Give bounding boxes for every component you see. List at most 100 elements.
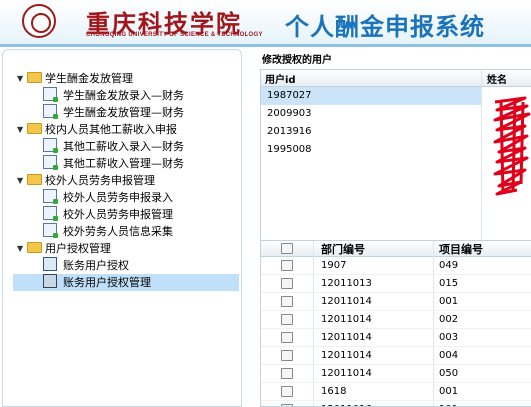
user-id-cell: 2009903 [267, 108, 312, 119]
panel-title: 修改授权的用户 [262, 55, 332, 66]
edit-doc-icon [43, 138, 58, 153]
nav-group-student-pay[interactable]: ▼ 学生酬金发放管理 [13, 70, 239, 87]
column-header-dept[interactable]: 部门编号 [321, 241, 365, 257]
add-doc-icon [43, 189, 58, 204]
table-row[interactable]: 1907 049 [261, 257, 531, 275]
user-id-cell: 2013916 [267, 126, 312, 137]
dept-cell: 1618 [321, 386, 347, 397]
row-checkbox[interactable] [281, 260, 293, 271]
nav-item-label: 其他工薪收入录入—财务 [63, 140, 184, 153]
table-row[interactable]: 12011014 050 [261, 365, 531, 383]
nav-item-external-labor-manage[interactable]: 校外人员劳务申报管理 [13, 206, 239, 223]
edit-doc-icon [43, 155, 58, 170]
project-cell: 003 [439, 332, 459, 343]
table-row[interactable]: 2009903 [261, 105, 481, 123]
project-cell: 049 [439, 260, 459, 271]
nav-item-label: 其他工薪收入管理—财务 [63, 157, 184, 170]
nav-group-label: 学生酬金发放管理 [45, 72, 133, 85]
nav-group-external-labor[interactable]: ▼ 校外人员劳务申报管理 [13, 172, 239, 189]
row-checkbox[interactable] [281, 278, 293, 289]
column-header-project[interactable]: 项目编号 [439, 241, 483, 257]
dept-cell: 12011014 [321, 314, 372, 325]
nav-item-student-pay-entry[interactable]: 学生酬金发放录入—财务 [13, 87, 239, 104]
nav-group-label: 用户授权管理 [45, 242, 111, 255]
nav-item-other-income-entry[interactable]: 其他工薪收入录入—财务 [13, 138, 239, 155]
university-name-en: CHONGQING UNIVERSITY OF SCIENCE & TECHNO… [86, 32, 263, 38]
table-row[interactable]: 12011014 004 [261, 347, 531, 365]
user-id-cell: 1987027 [267, 90, 312, 101]
nav-item-student-pay-manage[interactable]: 学生酬金发放管理—财务 [13, 104, 239, 121]
edit-doc-icon [43, 206, 58, 221]
nav-group-label: 校内人员其他工薪收入申报 [45, 123, 177, 136]
grid-header: 用户id 姓名 [261, 70, 531, 87]
book-icon [43, 257, 57, 271]
sidebar: ▼ 学生酬金发放管理 学生酬金发放录入—财务 学生酬金发放管理—财务 ▼ 校内人员其… [2, 49, 242, 407]
row-checkbox[interactable] [281, 314, 293, 325]
project-cell: 004 [439, 350, 459, 361]
nav-item-label: 校外劳务人员信息采集 [63, 225, 173, 238]
dept-cell: 12011016 [321, 401, 372, 406]
nav-item-label: 校外人员劳务申报管理 [63, 208, 173, 221]
row-checkbox[interactable] [281, 296, 293, 307]
folder-icon [27, 72, 42, 83]
edit-doc-icon [43, 104, 58, 119]
university-logo [22, 4, 56, 38]
nav-item-account-user-auth-manage[interactable]: 账务用户授权管理 [13, 274, 239, 291]
project-cell: 050 [439, 368, 459, 379]
project-cell: 001 [439, 386, 459, 397]
expand-arrow-icon[interactable]: ▼ [17, 121, 25, 138]
folder-icon [27, 242, 42, 253]
app-header: 重庆科技学院 CHONGQING UNIVERSITY OF SCIENCE &… [0, 0, 531, 44]
nav-item-other-income-manage[interactable]: 其他工薪收入管理—财务 [13, 155, 239, 172]
nav-group-label: 校外人员劳务申报管理 [45, 174, 155, 187]
dept-cell: 12011014 [321, 296, 372, 307]
folder-icon [27, 174, 42, 185]
edit-doc-icon [43, 87, 58, 102]
dept-cell: 12011014 [321, 350, 372, 361]
nav-group-user-auth[interactable]: ▼ 用户授权管理 [13, 240, 239, 257]
nav-item-external-info-collect[interactable]: 校外劳务人员信息采集 [13, 223, 239, 240]
row-checkbox[interactable] [281, 368, 293, 379]
row-checkbox[interactable] [281, 332, 293, 343]
column-header-user-id[interactable]: 用户id [265, 71, 296, 86]
dept-cell: 12011014 [321, 368, 372, 379]
nav-item-label: 账务用户授权管理 [63, 276, 151, 289]
expand-arrow-icon[interactable]: ▼ [17, 70, 25, 87]
collect-doc-icon [43, 223, 58, 238]
folder-icon [27, 123, 42, 134]
column-header-name[interactable]: 姓名 [487, 71, 507, 86]
grid-header: 部门编号 项目编号 [261, 241, 531, 257]
table-row[interactable]: 12011014 002 [261, 311, 531, 329]
table-row[interactable]: 1987027 [261, 87, 481, 105]
nav-item-account-user-auth[interactable]: 账务用户授权 [13, 257, 239, 274]
nav-item-label: 学生酬金发放录入—财务 [63, 89, 184, 102]
table-row[interactable]: 12011014 001 [261, 293, 531, 311]
expand-arrow-icon[interactable]: ▼ [17, 172, 25, 189]
row-checkbox[interactable] [281, 350, 293, 361]
project-cell: 015 [439, 278, 459, 289]
table-row[interactable]: 12011014 003 [261, 329, 531, 347]
settings-icon [43, 274, 57, 288]
project-cell: 001 [439, 296, 459, 307]
table-row[interactable]: 12011013 015 [261, 275, 531, 293]
project-cell: 002 [439, 314, 459, 325]
table-row[interactable]: 1618 001 [261, 383, 531, 401]
nav-tree: ▼ 学生酬金发放管理 学生酬金发放录入—财务 学生酬金发放管理—财务 ▼ 校内人员其… [13, 70, 239, 291]
table-row[interactable]: 12011016 101 [261, 401, 531, 406]
system-title: 个人酬金申报系统 [285, 13, 485, 41]
expand-arrow-icon[interactable]: ▼ [17, 240, 25, 257]
project-cell: 101 [439, 401, 458, 406]
nav-item-label: 学生酬金发放管理—财务 [63, 106, 184, 119]
dept-cell: 12011013 [321, 278, 372, 289]
user-id-cell: 1995008 [267, 144, 312, 155]
main-content: 修改授权的用户 用户id 姓名 1987027 2009903 2013916 … [258, 49, 531, 407]
nav-item-external-labor-entry[interactable]: 校外人员劳务申报录入 [13, 189, 239, 206]
dept-project-grid: 部门编号 项目编号 1907 049 12011013 015 12011014 00… [260, 240, 531, 407]
nav-item-label: 校外人员劳务申报录入 [63, 191, 173, 204]
table-row[interactable]: 1995008 [261, 141, 481, 159]
dept-cell: 1907 [321, 260, 347, 271]
select-all-checkbox[interactable] [281, 243, 293, 254]
row-checkbox[interactable] [281, 386, 293, 397]
table-row[interactable]: 2013916 [261, 123, 481, 141]
nav-group-internal-income[interactable]: ▼ 校内人员其他工薪收入申报 [13, 121, 239, 138]
